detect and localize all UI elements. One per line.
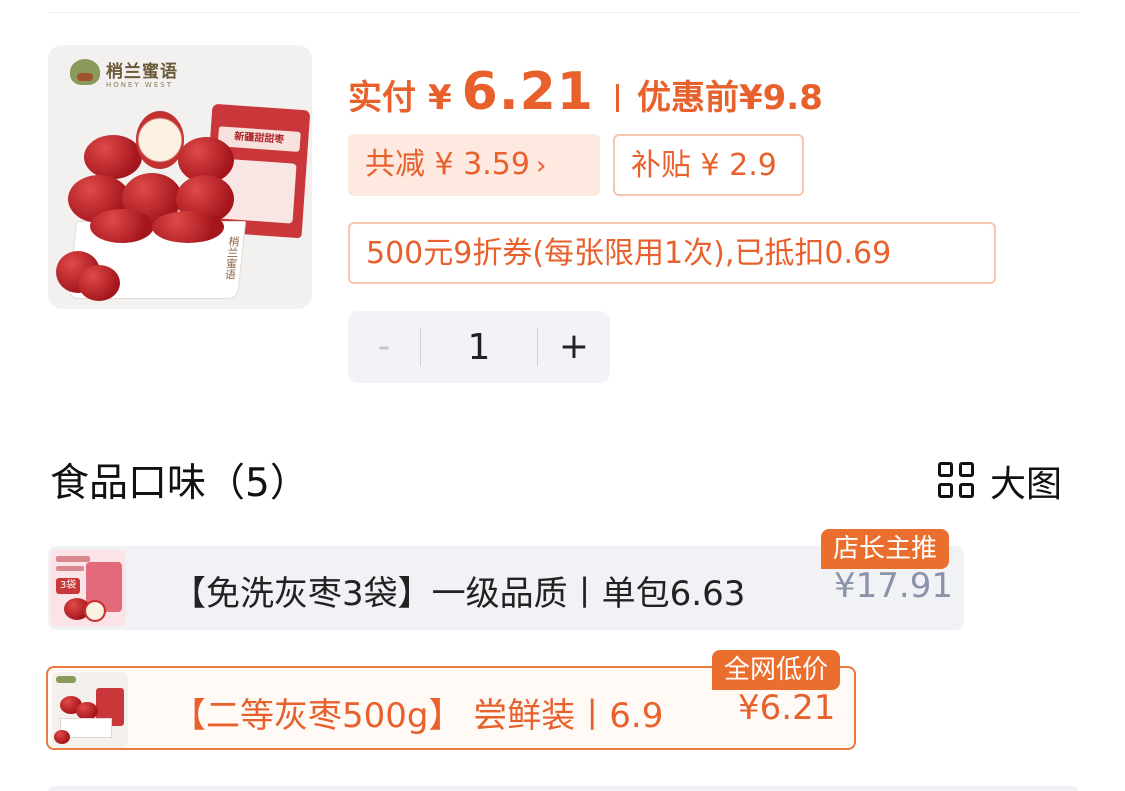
jujube <box>78 265 120 301</box>
next-section-edge <box>48 786 1078 791</box>
large-image-label: 大图 <box>990 464 1063 505</box>
lowest-price-badge: 全网低价 <box>712 650 841 690</box>
coupon-chip: 500元9折券(每张限用1次),已抵扣0.69 <box>348 222 996 284</box>
quantity-stepper: - 1 + <box>348 311 610 383</box>
brand-logo-mark <box>70 59 100 85</box>
flavor-thumbnail <box>52 672 128 748</box>
grid-view-icon <box>938 462 976 500</box>
flavor-section-title: 食品口味（5） <box>50 461 309 506</box>
flavor-option-price: ¥6.21 <box>738 688 836 728</box>
jujube <box>90 209 154 243</box>
coupon-text: 500元9折券(每张限用1次),已抵扣0.69 <box>366 236 892 271</box>
paid-currency: ¥ <box>428 78 452 118</box>
increase-quantity-button[interactable]: + <box>538 311 610 383</box>
subsidy-chip: 补贴 ¥ 2.9 <box>613 134 804 196</box>
chevron-right-icon: › <box>535 151 547 181</box>
large-image-toggle[interactable]: 大图 <box>938 455 1062 507</box>
flavor-option-title: 【二等灰枣500g】 尝鲜装丨6.9 <box>172 696 664 736</box>
flavor-thumbnail: 3袋 <box>50 550 126 626</box>
price-separator <box>615 84 619 112</box>
paid-label: 实付 <box>348 78 416 118</box>
total-reduction-text: 共减 ¥ 3.59 <box>365 147 530 182</box>
jujube <box>152 211 224 243</box>
price-before-label: 优惠前 <box>636 78 739 118</box>
decrease-quantity-button[interactable]: - <box>348 311 420 383</box>
paid-amount: 6.21 <box>461 62 594 122</box>
brand-logo-subtext: HONEY WEST <box>106 81 173 89</box>
recommend-badge: 店长主推 <box>821 529 950 569</box>
flavor-option-title: 【免洗灰枣3袋】一级品质丨单包6.63 <box>172 574 746 614</box>
price-summary: 实付 ¥ 6.21 优惠前 ¥9.8 <box>348 62 823 122</box>
jujube-cut <box>136 111 184 169</box>
product-image: 梢兰蜜语 HONEY WEST 新疆甜甜枣 梢兰蜜语 <box>48 45 312 309</box>
flavor-thumbnail-badge: 3袋 <box>56 578 80 594</box>
total-reduction-chip[interactable]: 共减 ¥ 3.59 › <box>348 134 600 196</box>
top-divider <box>48 12 1078 13</box>
jujube-cut <box>84 600 106 622</box>
quantity-value[interactable]: 1 <box>421 327 537 368</box>
price-before-amount: ¥9.8 <box>738 78 823 118</box>
subsidy-text: 补贴 ¥ 2.9 <box>631 148 777 183</box>
flavor-option-price: ¥17.91 <box>834 566 953 606</box>
bowl-brand-text: 梢兰蜜语 <box>222 236 241 280</box>
jujube <box>54 730 70 744</box>
brand-logo-text: 梢兰蜜语 <box>106 62 178 82</box>
jujube <box>84 135 142 179</box>
